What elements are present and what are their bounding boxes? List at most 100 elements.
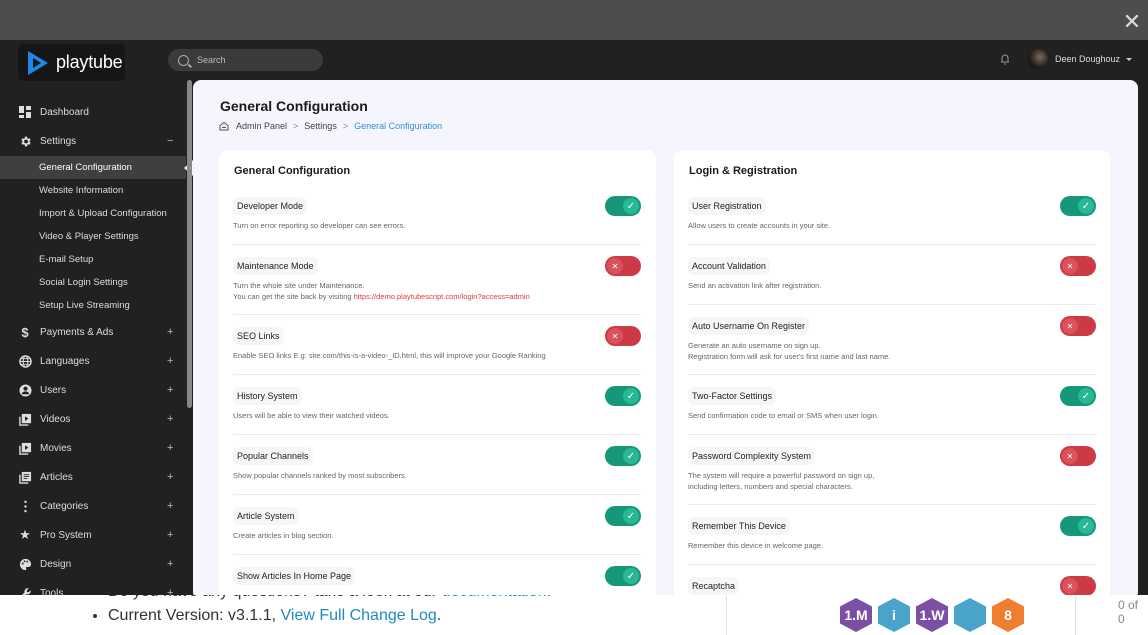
description-line: Registration form will ask for user's fi… — [688, 351, 1096, 362]
top-bar: playtube Deen Doughouz — [0, 40, 1148, 81]
sidebar-item-languages[interactable]: Languages + — [0, 350, 186, 372]
toggle-switch[interactable]: ✕ — [1060, 256, 1096, 276]
description-line: Send an activation link after registrati… — [688, 280, 1096, 291]
x-icon: ✕ — [1062, 448, 1078, 464]
search-bar[interactable] — [168, 49, 323, 71]
sidebar-subitem-e-mail-setup[interactable]: E-mail Setup — [0, 248, 186, 271]
description-text: Remember this device in welcome page. — [688, 541, 824, 550]
badges-row: 1.M i 1.W 8 — [840, 598, 1024, 632]
sidebar-item-users[interactable]: Users + — [0, 379, 186, 401]
toggle-switch[interactable]: ✕ — [605, 326, 641, 346]
toggle-switch[interactable]: ✓ — [1060, 196, 1096, 216]
sidebar-item-movies[interactable]: Movies + — [0, 437, 186, 459]
bell-icon[interactable] — [998, 52, 1012, 66]
x-icon: ✕ — [1062, 318, 1078, 334]
sidebar-subitem-import-upload-configuration[interactable]: Import & Upload Configuration — [0, 202, 186, 225]
check-icon: ✓ — [623, 508, 639, 524]
card-title: Login & Registration — [689, 165, 798, 177]
breadcrumb-admin-panel[interactable]: Admin Panel — [236, 121, 287, 131]
sidebar-subitem-social-login-settings[interactable]: Social Login Settings — [0, 271, 186, 294]
toggle-switch[interactable]: ✕ — [1060, 576, 1096, 595]
description-line: including letters, numbers and special c… — [688, 481, 1096, 492]
sidebar-subitem-video-player-settings[interactable]: Video & Player Settings — [0, 225, 186, 248]
description-line: Turn on error reporting so developer can… — [233, 220, 641, 231]
logo[interactable]: playtube — [18, 44, 125, 81]
expand-icon[interactable]: + — [167, 442, 173, 454]
user-name: Deen Doughouz — [1055, 54, 1121, 64]
dollar-icon: $ — [21, 324, 29, 340]
expand-icon[interactable]: + — [167, 355, 173, 367]
description-line: Show popular channels ranked by most sub… — [233, 470, 641, 481]
toggle-switch[interactable]: ✓ — [605, 506, 641, 526]
user-menu[interactable]: Deen Doughouz — [1028, 49, 1133, 69]
expand-icon[interactable]: + — [167, 587, 173, 595]
close-icon[interactable]: ✕ — [1120, 10, 1144, 34]
toggle-switch[interactable]: ✕ — [1060, 316, 1096, 336]
gear-icon — [18, 134, 32, 148]
rocket-badge-1w-icon[interactable]: 1.W — [916, 598, 948, 632]
toggle-switch[interactable]: ✓ — [605, 446, 641, 466]
toggle-switch[interactable]: ✓ — [605, 196, 641, 216]
document-badge-icon[interactable] — [954, 598, 986, 632]
description-text: Create articles in blog section. — [233, 531, 334, 540]
setting-account-validation: Account Validation Send an activation lin… — [688, 256, 1096, 291]
toggle-switch[interactable]: ✕ — [605, 256, 641, 276]
expand-icon[interactable]: + — [167, 500, 173, 512]
result-counter: 0 of 0 — [1118, 598, 1139, 626]
description-text: Show popular channels ranked by most sub… — [233, 471, 407, 480]
divider — [688, 374, 1096, 375]
toggle-switch[interactable]: ✓ — [605, 386, 641, 406]
sidebar-item-settings[interactable]: Settings − — [0, 130, 186, 152]
sidebar-subitem-label: General Configuration — [39, 162, 132, 173]
expand-icon[interactable]: + — [167, 413, 173, 425]
sidebar-item-pro-system[interactable]: ★ Pro System + — [0, 524, 186, 546]
setting-description: Create articles in blog section. — [233, 530, 641, 541]
sidebar-item-dashboard[interactable]: Dashboard — [0, 101, 186, 123]
collapse-icon[interactable]: − — [167, 135, 173, 147]
expand-icon[interactable]: + — [167, 384, 173, 396]
divider — [688, 304, 1096, 305]
setting-article-system: Article System Create articles in blog se… — [233, 506, 641, 541]
toggle-switch[interactable]: ✕ — [1060, 446, 1096, 466]
toggle-switch[interactable]: ✓ — [1060, 516, 1096, 536]
search-input[interactable] — [197, 55, 317, 65]
x-icon: ✕ — [607, 328, 623, 344]
toggle-switch[interactable]: ✓ — [605, 566, 641, 586]
sidebar-item-design[interactable]: Design + — [0, 553, 186, 575]
sidebar-subitem-label: Social Login Settings — [39, 277, 128, 288]
search-icon — [178, 54, 189, 66]
setting-label: Popular Channels — [233, 447, 313, 465]
sidebar-item-payments-ads[interactable]: $ Payments & Ads + — [0, 321, 186, 343]
divider — [688, 434, 1096, 435]
description-line: The system will require a powerful passw… — [688, 470, 1096, 481]
setting-user-registration: User Registration Allow users to create a… — [688, 196, 1096, 231]
sidebar-item-videos[interactable]: Videos + — [0, 408, 186, 430]
sidebar-subitem-website-information[interactable]: Website Information — [0, 179, 186, 202]
number-badge-icon[interactable]: 8 — [992, 598, 1024, 632]
setting-label: Two-Factor Settings — [688, 387, 777, 405]
sidebar-scrollbar[interactable] — [187, 80, 192, 408]
sidebar-item-categories[interactable]: Categories + — [0, 495, 186, 517]
main-content: General Configuration Admin Panel > Sett… — [193, 80, 1138, 595]
change-log-link[interactable]: View Full Change Log — [281, 607, 437, 624]
rocket-badge-1m-icon[interactable]: 1.M — [840, 598, 872, 632]
setting-description: Send confirmation code to email or SMS w… — [688, 410, 1096, 421]
sidebar-subitem-setup-live-streaming[interactable]: Setup Live Streaming — [0, 294, 186, 317]
setting-seo-links: SEO Links Enable SEO links E.g: site.com/… — [233, 326, 641, 361]
description-text: The system will require a powerful passw… — [688, 471, 875, 480]
breadcrumb-settings[interactable]: Settings — [304, 121, 337, 131]
expand-icon[interactable]: + — [167, 326, 173, 338]
expand-icon[interactable]: + — [167, 471, 173, 483]
info-badge-icon[interactable]: i — [878, 598, 910, 632]
sidebar-item-label: Categories — [40, 500, 89, 512]
maintenance-access-link[interactable]: https://demo.playtubescript.com/login?ac… — [354, 292, 530, 301]
sidebar-item-tools[interactable]: Tools + — [0, 582, 186, 595]
sidebar-item-label: Movies — [40, 442, 72, 454]
sidebar-item-label: Payments & Ads — [40, 326, 114, 338]
expand-icon[interactable]: + — [167, 558, 173, 570]
toggle-switch[interactable]: ✓ — [1060, 386, 1096, 406]
sidebar-item-articles[interactable]: Articles + — [0, 466, 186, 488]
description-line: Enable SEO links E.g: site.com/this-is-a… — [233, 350, 641, 361]
sidebar-subitem-general-configuration[interactable]: General Configuration — [0, 156, 186, 179]
expand-icon[interactable]: + — [167, 529, 173, 541]
